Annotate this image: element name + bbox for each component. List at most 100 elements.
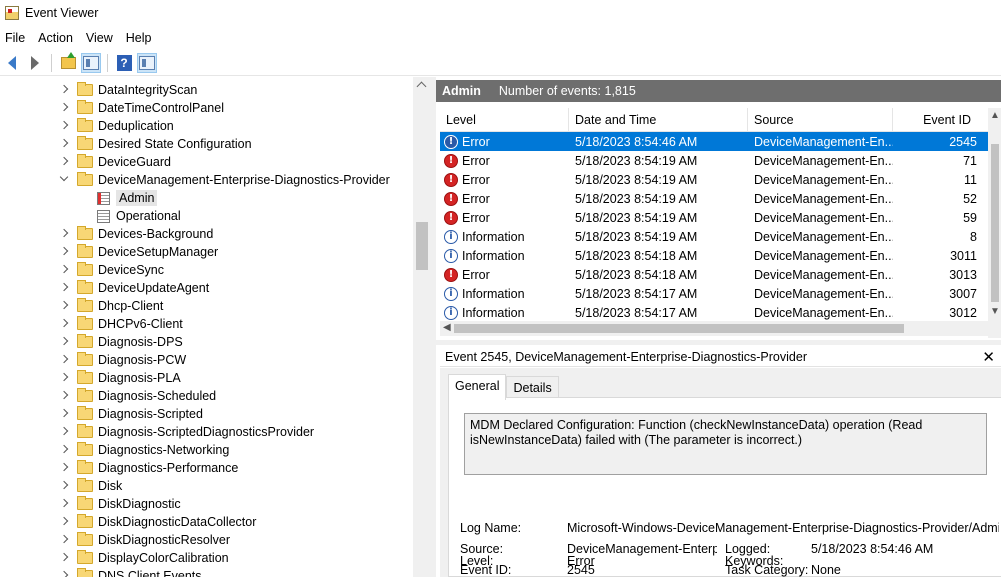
table-row[interactable]: ! Error 5/18/2023 8:54:46 AM DeviceManageme… bbox=[440, 132, 988, 151]
table-row[interactable]: ! Error 5/18/2023 8:54:19 AM DeviceManageme… bbox=[440, 151, 988, 170]
table-row[interactable]: ! Error 5/18/2023 8:54:18 AM DeviceManageme… bbox=[440, 265, 988, 284]
menu-view[interactable]: View bbox=[80, 27, 120, 49]
tree-item[interactable]: Dhcp-Client bbox=[0, 297, 413, 315]
pane-splitter[interactable] bbox=[431, 77, 436, 577]
chevron-right-icon[interactable] bbox=[59, 462, 69, 474]
tree-scrollbar[interactable] bbox=[413, 77, 431, 577]
events-horizontal-scrollbar-thumb[interactable] bbox=[454, 324, 904, 333]
tree-item[interactable]: DNS Client Events bbox=[0, 567, 413, 577]
tree-item[interactable]: Deduplication bbox=[0, 117, 413, 135]
tree-item[interactable]: Diagnosis-Scripted bbox=[0, 405, 413, 423]
tree-item[interactable]: Operational bbox=[0, 207, 413, 225]
column-header-date[interactable]: Date and Time bbox=[569, 108, 748, 132]
column-header-level[interactable]: Level bbox=[440, 108, 569, 132]
show-hide-console-tree-button[interactable] bbox=[81, 52, 101, 73]
tree-item[interactable]: Diagnostics-Performance bbox=[0, 459, 413, 477]
tree-item[interactable]: DateTimeControlPanel bbox=[0, 99, 413, 117]
event-message[interactable]: MDM Declared Configuration: Function (ch… bbox=[464, 413, 987, 475]
tree-item[interactable]: DiskDiagnosticDataCollector bbox=[0, 513, 413, 531]
tree-item[interactable]: Diagnosis-PLA bbox=[0, 369, 413, 387]
chevron-right-icon[interactable] bbox=[59, 156, 69, 168]
chevron-right-icon[interactable] bbox=[59, 318, 69, 330]
tree-item[interactable]: DeviceManagement-Enterprise-Diagnostics-… bbox=[0, 171, 413, 189]
tree-item[interactable]: DiskDiagnosticResolver bbox=[0, 531, 413, 549]
chevron-right-icon[interactable] bbox=[59, 444, 69, 456]
table-row[interactable]: ! Error 5/18/2023 8:54:19 AM DeviceManageme… bbox=[440, 189, 988, 208]
chevron-right-icon[interactable] bbox=[59, 336, 69, 348]
tree-item[interactable]: DisplayColorCalibration bbox=[0, 549, 413, 567]
tree-item[interactable]: Diagnosis-Scheduled bbox=[0, 387, 413, 405]
tree-item[interactable]: Disk bbox=[0, 477, 413, 495]
chevron-down-icon[interactable] bbox=[59, 174, 69, 186]
tree-item[interactable]: Diagnosis-DPS bbox=[0, 333, 413, 351]
chevron-right-icon[interactable] bbox=[59, 570, 69, 577]
tree-item[interactable]: DataIntegrityScan bbox=[0, 81, 413, 99]
table-row[interactable]: ! Error 5/18/2023 8:54:19 AM DeviceManageme… bbox=[440, 170, 988, 189]
table-row[interactable]: i Information 5/18/2023 8:54:17 AM DeviceMa… bbox=[440, 284, 988, 303]
information-icon: i bbox=[444, 248, 458, 263]
details-splitter[interactable] bbox=[436, 340, 1001, 345]
chevron-right-icon[interactable] bbox=[59, 552, 69, 564]
up-one-level-button[interactable] bbox=[58, 51, 78, 73]
close-icon[interactable]: ✕ bbox=[982, 348, 995, 366]
tree-item[interactable]: Admin bbox=[0, 189, 413, 207]
tree-item[interactable]: DiskDiagnostic bbox=[0, 495, 413, 513]
tree-item[interactable]: DeviceSetupManager bbox=[0, 243, 413, 261]
event-log-icon bbox=[97, 209, 110, 223]
forward-button[interactable] bbox=[25, 53, 45, 73]
chevron-right-icon[interactable] bbox=[59, 264, 69, 276]
chevron-right-icon[interactable] bbox=[59, 480, 69, 492]
scroll-up-icon[interactable] bbox=[416, 81, 427, 92]
chevron-right-icon[interactable] bbox=[59, 282, 69, 294]
log-name-value[interactable]: Microsoft-Windows-DeviceManagement-Enter… bbox=[567, 521, 999, 535]
chevron-right-icon[interactable] bbox=[59, 516, 69, 528]
chevron-right-icon[interactable] bbox=[59, 372, 69, 384]
tree-item[interactable]: Diagnosis-ScriptedDiagnosticsProvider bbox=[0, 423, 413, 441]
tab-details[interactable]: Details bbox=[506, 376, 559, 399]
tree-item[interactable]: Desired State Configuration bbox=[0, 135, 413, 153]
tree-item[interactable]: Devices-Background bbox=[0, 225, 413, 243]
tree-item[interactable]: DeviceGuard bbox=[0, 153, 413, 171]
tree-item[interactable]: DeviceUpdateAgent bbox=[0, 279, 413, 297]
tree-item[interactable]: DeviceSync bbox=[0, 261, 413, 279]
column-header-source[interactable]: Source bbox=[748, 108, 893, 132]
events-vertical-scrollbar-thumb[interactable] bbox=[991, 144, 999, 302]
chevron-right-icon[interactable] bbox=[59, 300, 69, 312]
menu-help[interactable]: Help bbox=[120, 27, 159, 49]
events-horizontal-scrollbar[interactable]: ◀ bbox=[440, 321, 988, 336]
level-value[interactable]: Error bbox=[567, 554, 595, 568]
chevron-right-icon[interactable] bbox=[59, 84, 69, 96]
scroll-left-arrow-icon[interactable]: ◀ bbox=[443, 322, 451, 333]
chevron-right-icon[interactable] bbox=[59, 246, 69, 258]
chevron-right-icon[interactable] bbox=[59, 120, 69, 132]
tree-scrollbar-thumb[interactable] bbox=[416, 222, 428, 270]
show-hide-action-pane-button[interactable] bbox=[137, 52, 157, 73]
tab-general[interactable]: General bbox=[448, 374, 507, 400]
logged-value[interactable]: 5/18/2023 8:54:46 AM bbox=[811, 542, 933, 556]
chevron-right-icon[interactable] bbox=[59, 390, 69, 402]
chevron-right-icon[interactable] bbox=[59, 498, 69, 510]
tree-item[interactable]: DHCPv6-Client bbox=[0, 315, 413, 333]
chevron-right-icon[interactable] bbox=[59, 426, 69, 438]
table-row[interactable]: i Information 5/18/2023 8:54:18 AM DeviceMa… bbox=[440, 246, 988, 265]
menu-action[interactable]: Action bbox=[32, 27, 80, 49]
scroll-down-arrow-icon[interactable]: ▼ bbox=[990, 306, 1000, 317]
table-row[interactable]: i Information 5/18/2023 8:54:19 AM DeviceMa… bbox=[440, 227, 988, 246]
menu-file[interactable]: File bbox=[0, 27, 32, 49]
chevron-right-icon[interactable] bbox=[59, 354, 69, 366]
scroll-up-arrow-icon[interactable]: ▲ bbox=[990, 110, 1000, 121]
table-row[interactable]: ! Error 5/18/2023 8:54:19 AM DeviceManageme… bbox=[440, 208, 988, 227]
help-button[interactable]: ? bbox=[114, 53, 134, 73]
table-row[interactable]: i Information 5/18/2023 8:54:17 AM DeviceMa… bbox=[440, 303, 988, 322]
back-button[interactable] bbox=[2, 53, 22, 73]
column-header-event-id[interactable]: Event ID bbox=[893, 108, 981, 132]
tree-item[interactable]: Diagnosis-PCW bbox=[0, 351, 413, 369]
chevron-right-icon[interactable] bbox=[59, 408, 69, 420]
chevron-right-icon[interactable] bbox=[59, 228, 69, 240]
chevron-right-icon[interactable] bbox=[59, 102, 69, 114]
chevron-right-icon[interactable] bbox=[59, 138, 69, 150]
events-vertical-scrollbar[interactable]: ▲ ▼ bbox=[988, 108, 1001, 338]
chevron-right-icon[interactable] bbox=[59, 534, 69, 546]
task-category-value[interactable]: None bbox=[811, 563, 841, 577]
tree-item[interactable]: Diagnostics-Networking bbox=[0, 441, 413, 459]
